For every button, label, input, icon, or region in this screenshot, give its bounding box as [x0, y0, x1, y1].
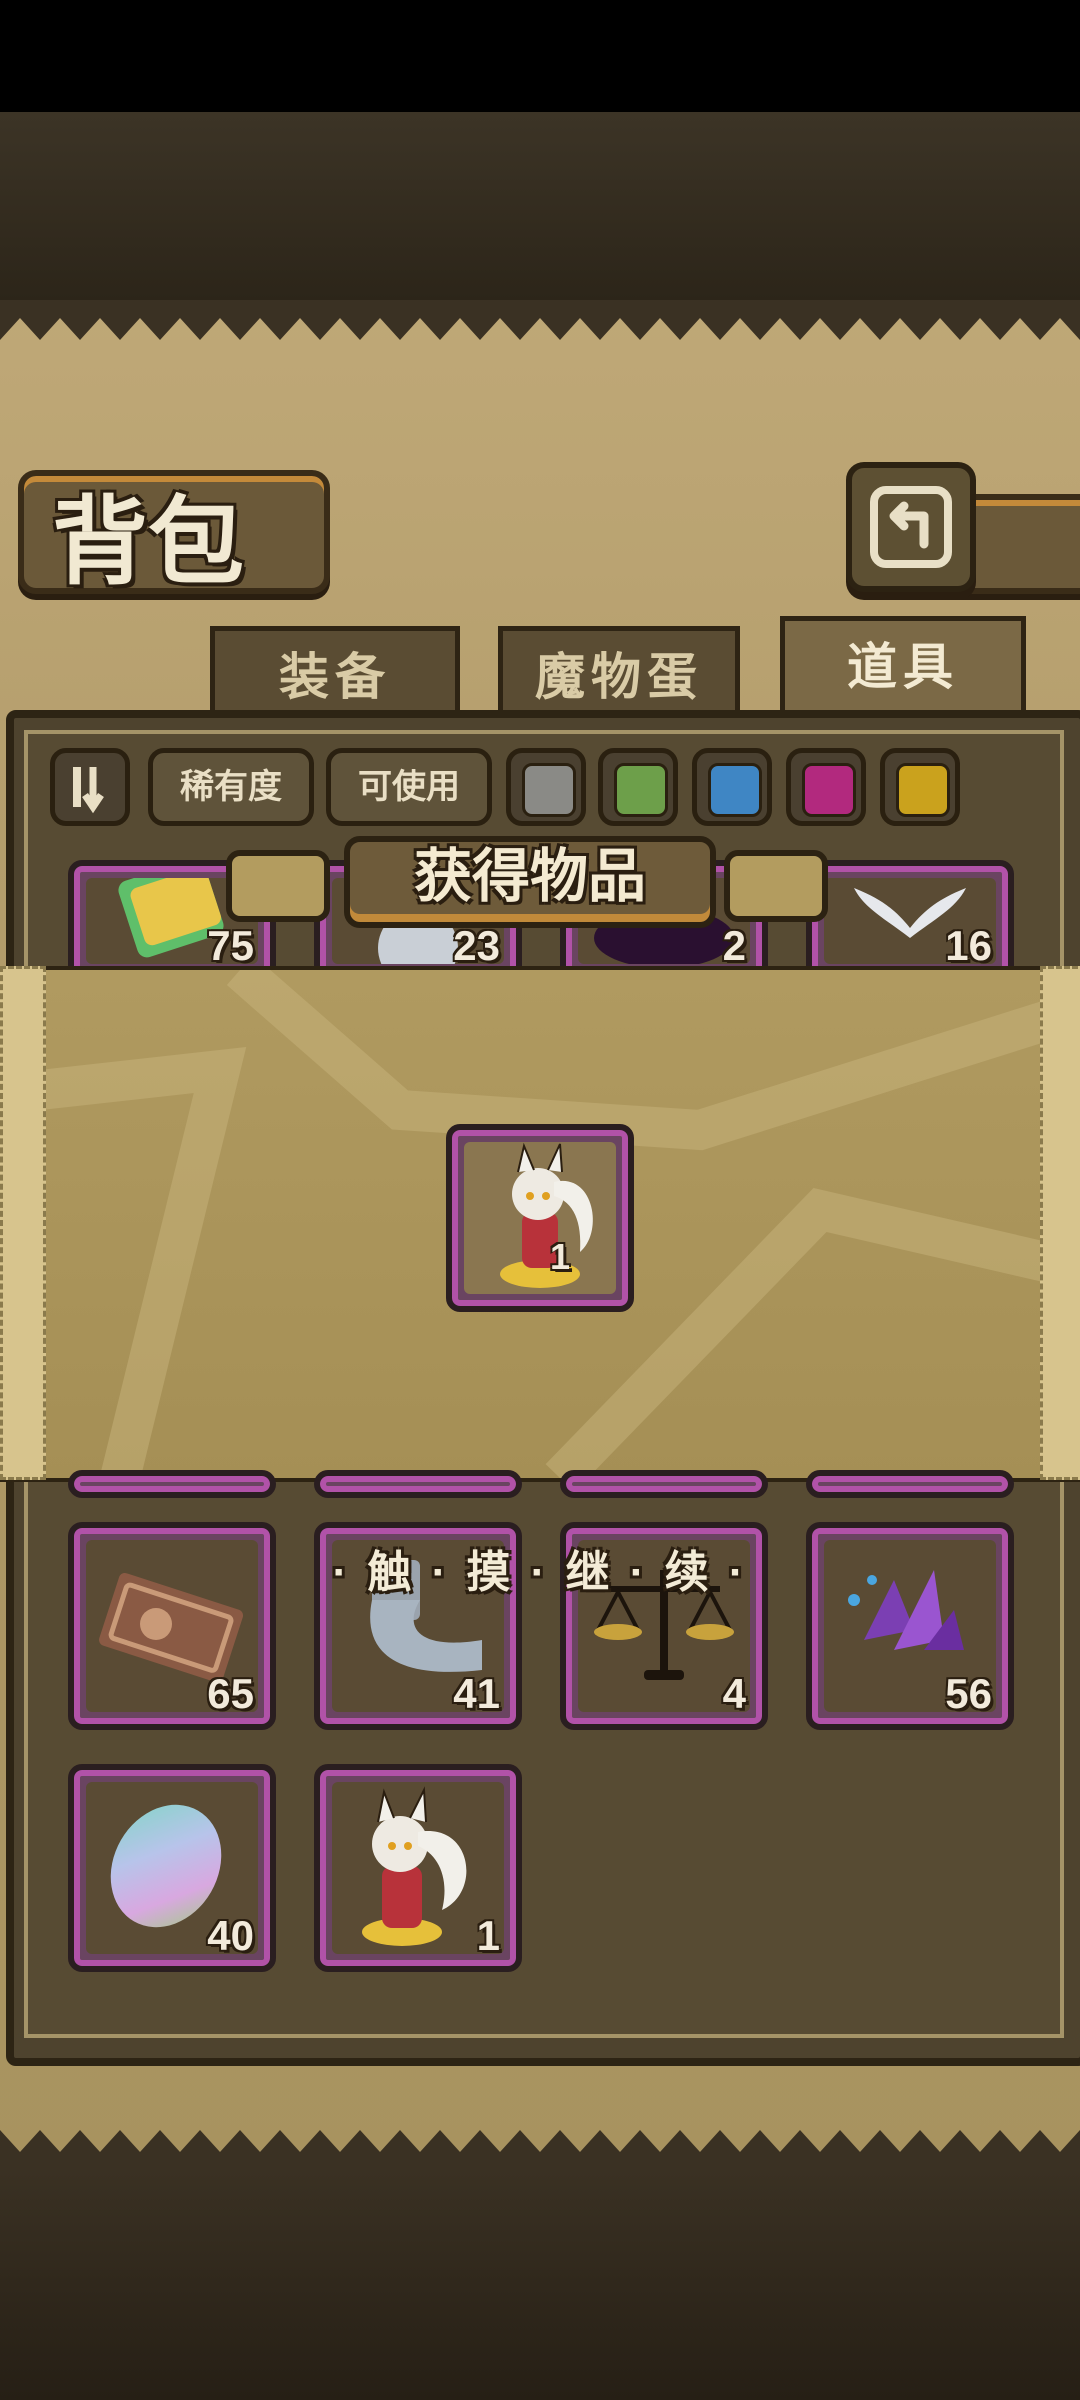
purple-swatch — [802, 763, 856, 817]
page-title: 背包 — [52, 485, 244, 598]
item-count: 56 — [945, 1670, 992, 1717]
blue-swatch — [708, 763, 762, 817]
filter-blue[interactable] — [692, 748, 772, 826]
obtained-title: 获得物品 — [413, 842, 646, 910]
tap-to-continue-hint: · 触 · 摸 · 继 · 续 · — [332, 1548, 748, 1597]
item-cell-partial — [314, 1470, 522, 1498]
yellow-swatch — [896, 763, 950, 817]
item-cell[interactable]: 16 — [806, 860, 1014, 982]
gray-swatch — [522, 763, 576, 817]
item-count: 2 — [722, 922, 746, 969]
item-count: 23 — [453, 922, 500, 969]
band-edge-left — [0, 966, 46, 1480]
map-background-top — [0, 112, 1080, 302]
item-count: 16 — [945, 922, 992, 969]
title-ornament-right — [724, 850, 828, 922]
item-count: 4 — [722, 1670, 746, 1717]
zigzag-edge-bottom — [0, 2130, 1080, 2170]
sort-icon — [73, 767, 104, 814]
zigzag-edge-top — [0, 300, 1080, 340]
sort-button[interactable] — [50, 748, 130, 826]
status-bar — [0, 0, 1080, 112]
title-ornament-left — [226, 850, 330, 922]
obtained-item-count: 1 — [549, 1236, 570, 1277]
filter-purple[interactable] — [786, 748, 866, 826]
character-figure-icon — [500, 1142, 593, 1288]
item-cell[interactable]: 1 — [314, 1764, 522, 1972]
item-cell-partial — [560, 1470, 768, 1498]
rarity-filter-button[interactable]: 稀有度 — [148, 748, 314, 826]
item-cell-partial — [806, 1470, 1014, 1498]
filter-yellow[interactable] — [880, 748, 960, 826]
filter-green[interactable] — [598, 748, 678, 826]
item-cell[interactable]: 40 — [68, 1764, 276, 1972]
item-count: 41 — [453, 1670, 500, 1717]
obtained-item-cell[interactable]: 1 — [446, 1124, 634, 1312]
back-button[interactable] — [846, 462, 976, 592]
band-edge-right — [1040, 966, 1080, 1480]
item-cell[interactable]: 56 — [806, 1522, 1014, 1730]
item-count: 40 — [207, 1912, 254, 1959]
back-arrow-icon — [870, 486, 952, 568]
item-count: 75 — [207, 922, 254, 969]
obtained-items-band[interactable]: 1 — [0, 966, 1080, 1482]
item-cell-partial — [68, 1470, 276, 1498]
filter-gray[interactable] — [506, 748, 586, 826]
item-count: 1 — [476, 1912, 500, 1959]
map-background-bottom — [0, 2170, 1080, 2400]
item-count: 65 — [207, 1670, 254, 1717]
item-cell[interactable]: 65 — [68, 1522, 276, 1730]
usable-filter-button[interactable]: 可使用 — [326, 748, 492, 826]
green-swatch — [614, 763, 668, 817]
